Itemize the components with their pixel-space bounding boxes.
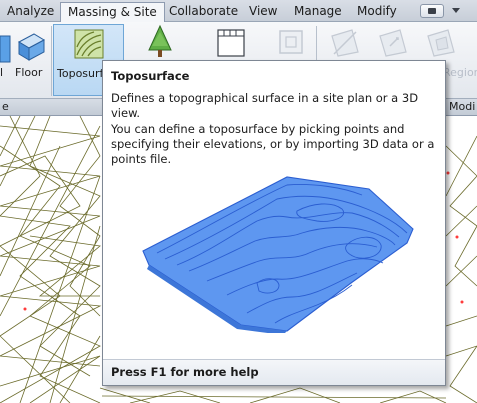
ribbon-options-button[interactable] (420, 4, 444, 18)
tab-analyze[interactable]: Analyze (0, 2, 61, 22)
tooltip-title: Toposurface (111, 69, 190, 83)
tab-view[interactable]: View (242, 2, 284, 22)
chevron-down-icon[interactable] (452, 8, 460, 13)
subregion-label: Region (443, 66, 477, 79)
ribbon-button-partial[interactable]: l (0, 22, 12, 98)
wall-icon (0, 35, 11, 63)
parking-icon (217, 29, 245, 57)
panel-label-left: e (2, 100, 9, 113)
tab-modify[interactable]: Modify (350, 2, 404, 22)
revit-window: Analyze Massing & Site Collaborate View … (0, 0, 477, 403)
floor-button[interactable]: Floor (13, 22, 49, 98)
tooltip-description: Defines a topographical surface in a sit… (111, 91, 419, 120)
panel-label-modify: Modi (449, 100, 476, 113)
toposurface-illustration (142, 176, 414, 333)
split-surface-icon (331, 29, 359, 57)
toposurface-tooltip: Toposurface Defines a topographical surf… (102, 60, 446, 386)
ribbon-tab-bar: Analyze Massing & Site Collaborate View … (0, 0, 477, 23)
building-pad-icon (279, 30, 303, 54)
merge-surfaces-icon (379, 29, 407, 57)
tree-icon (148, 24, 172, 57)
tooltip-help-text: Press F1 for more help (111, 365, 259, 379)
tab-collaborate[interactable]: Collaborate (162, 2, 245, 22)
tab-manage[interactable]: Manage (287, 2, 349, 22)
floor-label: Floor (15, 66, 43, 79)
tooltip-footer: Press F1 for more help (103, 359, 445, 385)
ribbon-separator (51, 26, 52, 96)
tab-massing-site[interactable]: Massing & Site (60, 2, 165, 23)
ribbon-button-label: l (0, 66, 4, 79)
toposurface-icon (74, 29, 104, 59)
floor-icon (17, 33, 46, 61)
tooltip-details: You can define a toposurface by picking … (111, 122, 435, 166)
ribbon-options-icon (428, 8, 436, 14)
subregion-icon (427, 29, 455, 57)
